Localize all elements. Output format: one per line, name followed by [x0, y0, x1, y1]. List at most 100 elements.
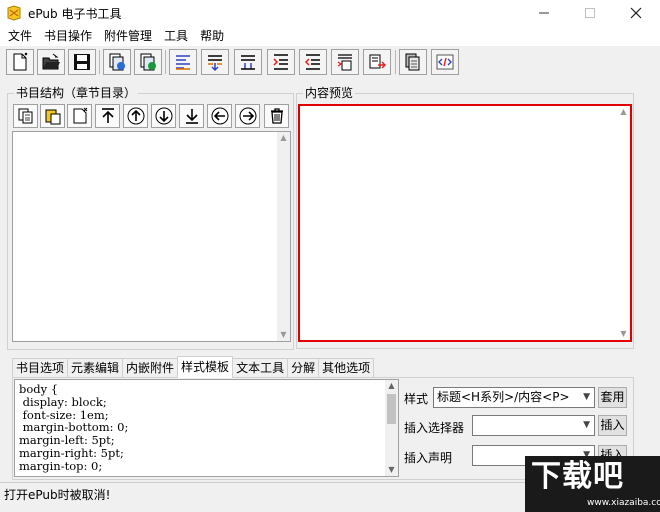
- code-tag-icon: [436, 54, 454, 70]
- app-book-icon: [6, 5, 22, 21]
- menu-attachments[interactable]: 附件管理: [98, 26, 158, 46]
- save-button[interactable]: [68, 49, 96, 75]
- title-bar: ePub 电子书工具: [0, 0, 660, 26]
- move-top-button[interactable]: [95, 104, 120, 128]
- paste-icon: [45, 109, 60, 125]
- selector-select[interactable]: ▼: [472, 415, 595, 436]
- watermark-url: www.xiazaiba.com: [587, 498, 660, 508]
- copy-button[interactable]: [13, 104, 38, 128]
- menu-book-ops[interactable]: 书目操作: [38, 26, 98, 46]
- style-code-text: body { display: block; font-size: 1em; m…: [19, 382, 129, 473]
- scroll-down-icon[interactable]: ▼: [277, 329, 290, 341]
- editor-scrollbar[interactable]: ▲ ▼: [385, 380, 398, 476]
- move-bottom-button[interactable]: [179, 104, 204, 128]
- move-left-icon: [211, 107, 228, 125]
- tab-element-edit[interactable]: 元素编辑: [67, 358, 124, 378]
- move-left-button[interactable]: [207, 104, 232, 128]
- move-up-icon: [127, 107, 144, 125]
- outdent-button[interactable]: [299, 49, 327, 75]
- tab-style-template[interactable]: 样式模板: [177, 356, 234, 378]
- scroll-up-icon[interactable]: ▲: [385, 380, 398, 392]
- menu-tools[interactable]: 工具: [158, 26, 194, 46]
- chapter-tree[interactable]: ▲ ▼: [12, 131, 291, 342]
- import-button[interactable]: [103, 49, 131, 75]
- declaration-label: 插入声明: [404, 451, 453, 465]
- minimize-button[interactable]: [521, 0, 567, 26]
- move-items-down-button[interactable]: [234, 49, 262, 75]
- new-page-button[interactable]: [67, 104, 92, 128]
- page-export-button[interactable]: [363, 49, 391, 75]
- structure-label: 书目结构（章节目录）: [14, 86, 139, 100]
- scroll-down-icon[interactable]: ▼: [385, 464, 398, 476]
- new-file-icon: [13, 52, 28, 71]
- editor-scroll-thumb[interactable]: [387, 394, 396, 424]
- tab-bar: 书目选项 元素编辑 内嵌附件 样式模板 文本工具 分解 其他选项: [12, 356, 375, 378]
- scroll-down-icon[interactable]: ▼: [617, 328, 630, 340]
- window-title: ePub 电子书工具: [28, 7, 122, 21]
- move-right-icon: [239, 107, 256, 125]
- delete-icon: [270, 108, 283, 124]
- style-select-value: 标题<H系列>/内容<P>: [437, 390, 570, 404]
- chevron-down-icon: ▼: [583, 392, 590, 402]
- move-down-button[interactable]: [151, 104, 176, 128]
- copy-pages-button[interactable]: [399, 49, 427, 75]
- scroll-up-icon[interactable]: ▲: [277, 132, 290, 144]
- align-list-button[interactable]: [169, 49, 197, 75]
- save-disk-icon: [74, 54, 90, 70]
- copy-icon: [18, 108, 32, 124]
- open-file-button[interactable]: [37, 49, 65, 75]
- delete-button[interactable]: [264, 104, 289, 128]
- open-folder-icon: [42, 53, 60, 70]
- move-up-button[interactable]: [123, 104, 148, 128]
- minimize-icon: [539, 12, 549, 14]
- move-right-button[interactable]: [235, 104, 260, 128]
- preview-pane[interactable]: ▲ ▼: [298, 104, 632, 342]
- move-bottom-icon: [185, 109, 198, 124]
- move-top-icon: [101, 108, 114, 123]
- style-label: 样式: [404, 392, 429, 406]
- indent-icon: [273, 54, 288, 70]
- preview-label: 内容预览: [303, 86, 356, 100]
- new-file-button[interactable]: [6, 49, 34, 75]
- move-items-up-button[interactable]: [201, 49, 229, 75]
- move-down-icon: [155, 107, 172, 125]
- close-icon: [630, 7, 642, 19]
- align-list-icon: [176, 55, 190, 70]
- export-button[interactable]: [134, 49, 162, 75]
- close-button[interactable]: [613, 0, 659, 26]
- chevron-down-icon: ▼: [583, 420, 590, 430]
- maximize-button[interactable]: [567, 0, 613, 26]
- preview-scrollbar[interactable]: ▲ ▼: [617, 106, 630, 340]
- watermark-logo: 下载吧 www.xiazaiba.com: [525, 456, 660, 512]
- indent-button[interactable]: [267, 49, 295, 75]
- selector-label: 插入选择器: [404, 421, 465, 435]
- style-select[interactable]: 标题<H系列>/内容<P> ▼: [433, 387, 595, 408]
- tab-other-options[interactable]: 其他选项: [318, 358, 375, 378]
- page-list-icon: [337, 54, 352, 71]
- tab-book-options[interactable]: 书目选项: [12, 358, 69, 378]
- paste-button[interactable]: [40, 104, 65, 128]
- move-items-down-icon: [241, 55, 255, 70]
- export-icon: [140, 53, 156, 71]
- page-export-icon: [369, 54, 386, 69]
- scroll-up-icon[interactable]: ▲: [617, 106, 630, 118]
- tab-embedded-attachments[interactable]: 内嵌附件: [122, 358, 179, 378]
- toolbar: [0, 46, 660, 78]
- outdent-icon: [304, 54, 320, 70]
- tab-split[interactable]: 分解: [287, 358, 320, 378]
- menu-help[interactable]: 帮助: [194, 26, 230, 46]
- tab-text-tools[interactable]: 文本工具: [232, 358, 289, 378]
- move-items-up-icon: [208, 55, 222, 72]
- chapter-tree-scrollbar[interactable]: ▲ ▼: [277, 132, 290, 341]
- watermark-title: 下载吧: [531, 459, 624, 494]
- menu-file[interactable]: 文件: [0, 26, 38, 46]
- insert-selector-button[interactable]: 插入: [598, 415, 627, 436]
- code-view-button[interactable]: [431, 49, 459, 75]
- status-text: 打开ePub时被取消!: [4, 488, 111, 502]
- page-list-button[interactable]: [331, 49, 359, 75]
- new-page-icon: [73, 107, 87, 124]
- style-code-editor[interactable]: body { display: block; font-size: 1em; m…: [14, 379, 399, 477]
- apply-style-button[interactable]: 套用: [598, 387, 627, 408]
- maximize-icon: [585, 8, 595, 18]
- import-icon: [109, 53, 125, 71]
